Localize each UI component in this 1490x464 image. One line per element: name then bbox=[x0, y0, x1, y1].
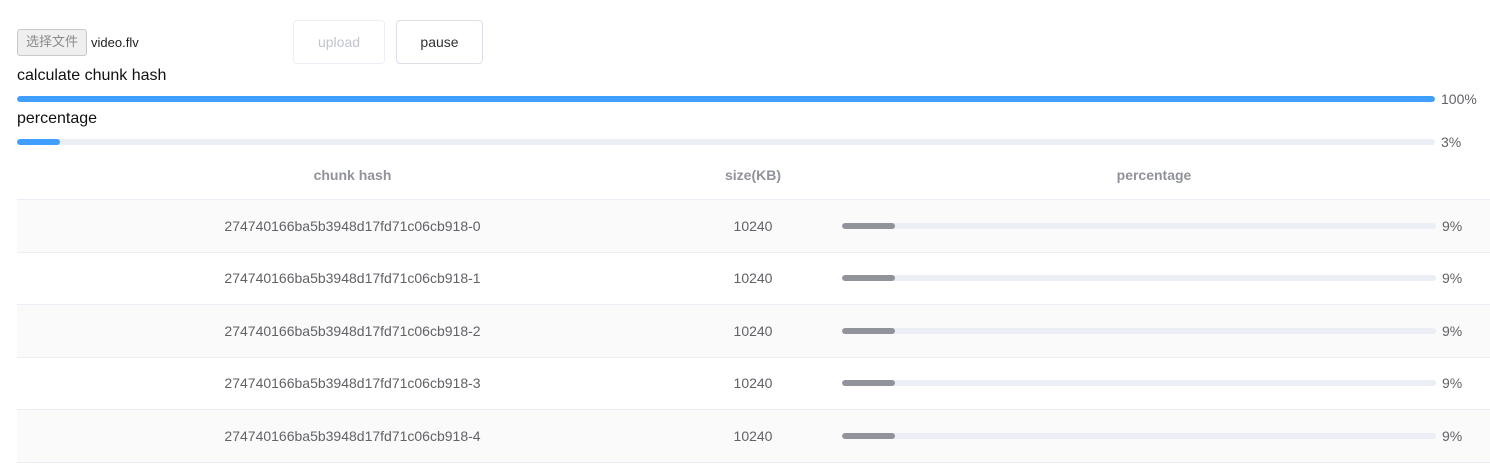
file-input[interactable]: 选择文件 video.flv bbox=[17, 29, 139, 56]
chunk-progress-text: 9% bbox=[1442, 322, 1463, 339]
table-row: 274740166ba5b3948d17fd71c06cb918-0 10240 9… bbox=[17, 200, 1490, 253]
chunk-progress-fill bbox=[842, 275, 896, 282]
chunk-progress-text: 9% bbox=[1442, 217, 1463, 234]
upload-button[interactable]: upload bbox=[293, 20, 385, 64]
chunk-hash-cell: 274740166ba5b3948d17fd71c06cb918-1 bbox=[224, 270, 481, 287]
chunk-hash-cell: 274740166ba5b3948d17fd71c06cb918-3 bbox=[224, 375, 481, 392]
table-row: 274740166ba5b3948d17fd71c06cb918-3 10240 9… bbox=[17, 358, 1490, 410]
upload-progress-fill bbox=[17, 139, 60, 145]
table-header: chunk hash size(KB) percentage bbox=[17, 150, 1490, 200]
pause-button[interactable]: pause bbox=[396, 20, 483, 64]
chunk-progress-fill bbox=[842, 327, 896, 334]
column-header-size: size(KB) bbox=[724, 166, 781, 183]
chunk-progress-bar bbox=[842, 380, 1436, 387]
table-row: 274740166ba5b3948d17fd71c06cb918-1 10240 9… bbox=[17, 253, 1490, 305]
chunk-progress-bar bbox=[842, 222, 1436, 229]
chunk-size-cell: 10240 bbox=[733, 270, 773, 287]
chunk-progress-text: 9% bbox=[1442, 270, 1463, 287]
table-row: 274740166ba5b3948d17fd71c06cb918-2 10240 9… bbox=[17, 305, 1490, 358]
chunk-percentage-cell: 9% bbox=[818, 218, 1490, 234]
chunk-progress-fill bbox=[842, 222, 896, 229]
chunk-progress-text: 9% bbox=[1442, 427, 1463, 444]
upload-progress-bar bbox=[17, 139, 1435, 145]
hash-progress-label: calculate chunk hash bbox=[17, 67, 167, 84]
chunk-size-cell: 10240 bbox=[733, 375, 773, 392]
chunk-progress-fill bbox=[842, 380, 896, 387]
chunk-percentage-cell: 9% bbox=[818, 375, 1490, 391]
hash-progress-fill bbox=[17, 96, 1435, 102]
upload-page: 选择文件 video.flv upload pause calculate ch… bbox=[0, 0, 1490, 464]
chunk-progress-text: 9% bbox=[1442, 375, 1463, 392]
chunk-percentage-cell: 9% bbox=[818, 428, 1490, 444]
chunk-progress-bar bbox=[842, 275, 1436, 282]
chunk-hash-cell: 274740166ba5b3948d17fd71c06cb918-2 bbox=[224, 322, 481, 339]
chunk-progress-bar bbox=[842, 327, 1436, 334]
column-header-percentage: percentage bbox=[1116, 166, 1192, 183]
hash-progress-bar bbox=[17, 96, 1435, 102]
chunk-size-cell: 10240 bbox=[733, 322, 773, 339]
chunk-hash-cell: 274740166ba5b3948d17fd71c06cb918-4 bbox=[224, 427, 481, 444]
table-body: 274740166ba5b3948d17fd71c06cb918-0 10240 9… bbox=[17, 200, 1490, 463]
upload-progress-label: percentage bbox=[17, 110, 98, 127]
upload-progress-text: 3% bbox=[1441, 134, 1462, 150]
chunk-table: chunk hash size(KB) percentage 274740166… bbox=[17, 150, 1490, 463]
chunk-hash-cell: 274740166ba5b3948d17fd71c06cb918-0 bbox=[224, 217, 481, 234]
selected-file-name: video.flv bbox=[91, 35, 139, 50]
chunk-progress-fill bbox=[842, 432, 896, 439]
choose-file-button[interactable]: 选择文件 bbox=[17, 29, 88, 56]
hash-progress-text: 100% bbox=[1441, 91, 1477, 107]
chunk-size-cell: 10240 bbox=[733, 217, 773, 234]
chunk-size-cell: 10240 bbox=[733, 427, 773, 444]
column-header-chunk-hash: chunk hash bbox=[313, 166, 392, 183]
chunk-percentage-cell: 9% bbox=[818, 323, 1490, 339]
chunk-progress-bar bbox=[842, 432, 1436, 439]
table-row: 274740166ba5b3948d17fd71c06cb918-4 10240 9… bbox=[17, 410, 1490, 463]
chunk-percentage-cell: 9% bbox=[818, 270, 1490, 286]
